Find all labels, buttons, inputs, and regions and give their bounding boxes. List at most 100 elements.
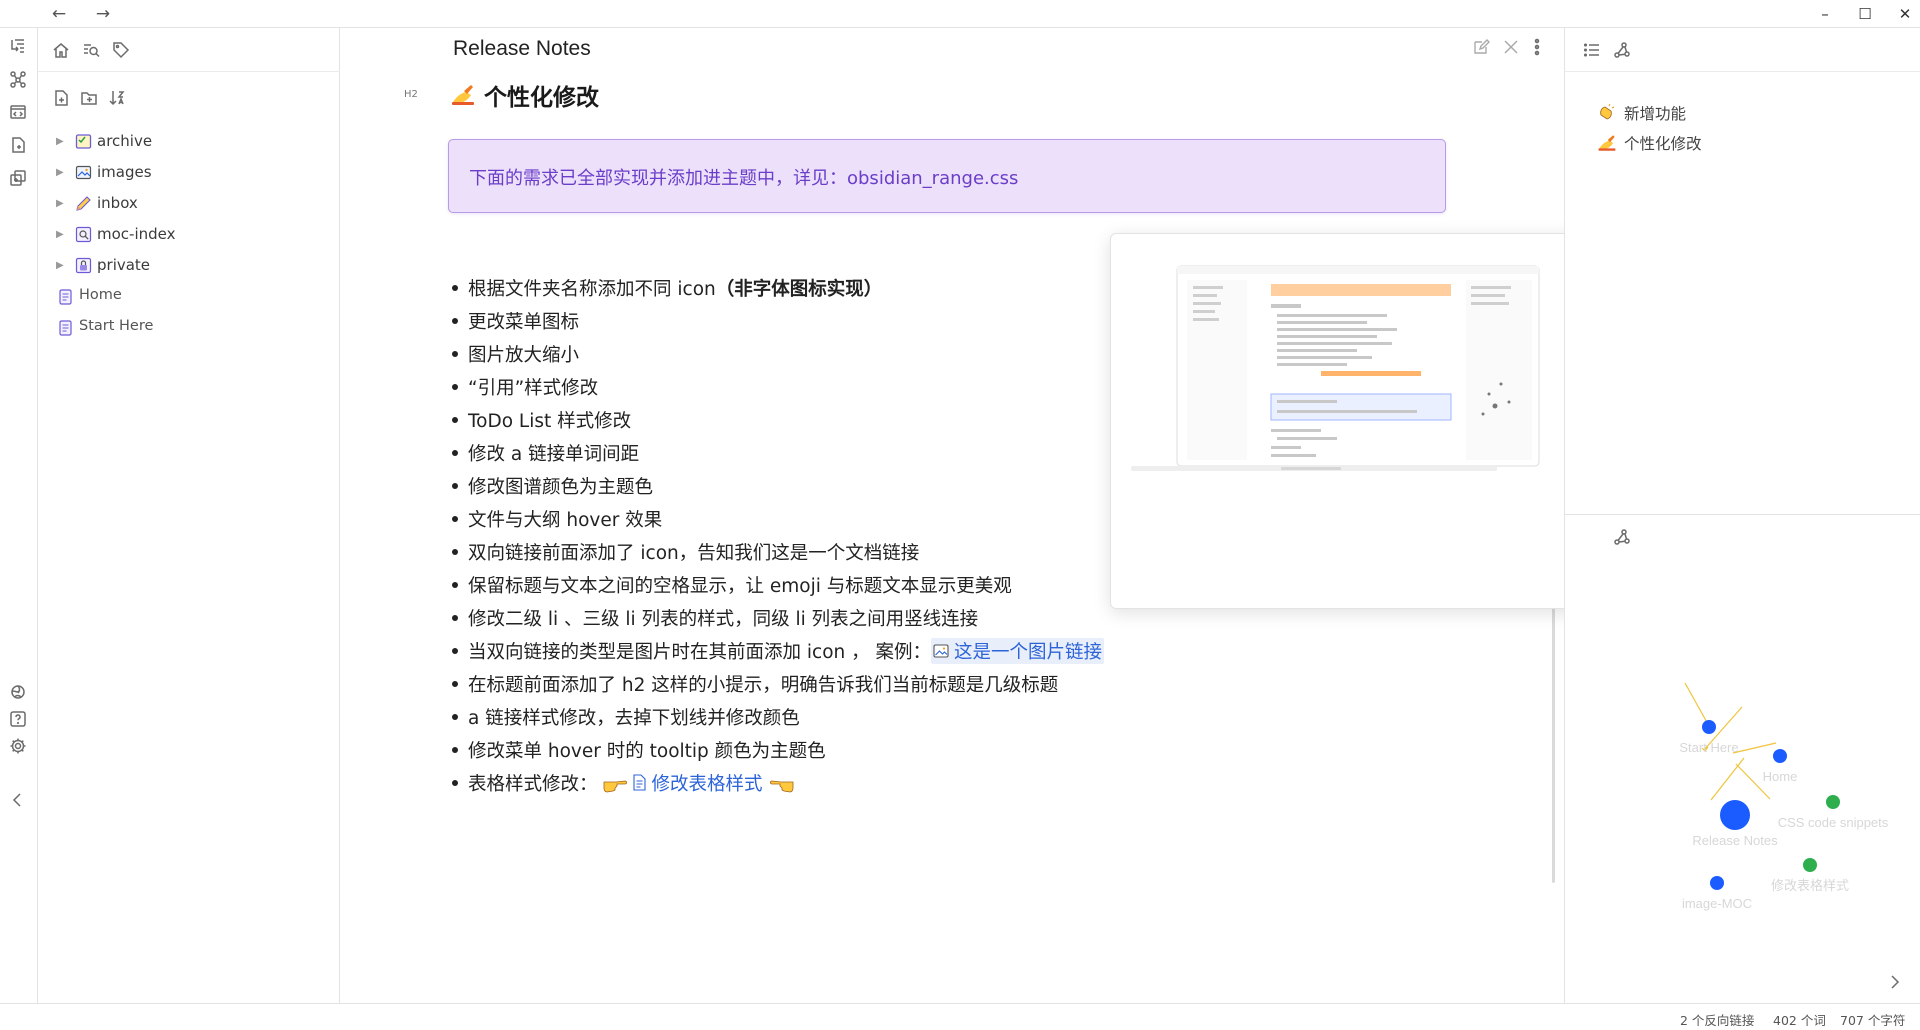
outline-item-new-features[interactable]: 新增功能: [1597, 98, 1702, 128]
character-count: 707 个字符: [1840, 1013, 1906, 1028]
folder-private[interactable]: ▶ private: [38, 250, 340, 281]
folder-inbox[interactable]: ▶ inbox: [38, 188, 340, 219]
minimize-button[interactable]: –: [1812, 4, 1838, 24]
expand-caret-icon[interactable]: ▶: [56, 260, 64, 271]
index-icon: [75, 226, 92, 243]
pointing-right-hand-icon: [603, 780, 627, 792]
sort-icon[interactable]: [106, 87, 128, 109]
file-explorer-pane: ▶ archive ▶ images ▶ inbox ▶ moc-index ▶: [38, 28, 340, 1003]
maximize-button[interactable]: ☐: [1852, 4, 1878, 24]
new-folder-icon[interactable]: [78, 87, 100, 109]
outline-item-customization[interactable]: 个性化修改: [1597, 128, 1702, 158]
backlinks-count[interactable]: 2 个反向链接: [1680, 1010, 1754, 1029]
graph-label: Release Notes: [1692, 833, 1778, 848]
left-ribbon: [0, 28, 38, 1003]
more-options-icon[interactable]: [1526, 36, 1548, 58]
heading-level-tag: H2: [404, 89, 418, 100]
section-heading: 个性化修改: [450, 78, 599, 112]
collapse-sidebar-chevron-icon[interactable]: [7, 789, 29, 811]
expand-caret-icon[interactable]: ▶: [56, 136, 64, 147]
switch-vault-icon[interactable]: [7, 681, 29, 703]
view-header-title[interactable]: Release Notes: [453, 37, 591, 61]
archive-box-icon: [75, 134, 92, 149]
obsidian-window: ← → – ☐ ✕ ▶ archive ▶ images ▶ inbox ▶ m…: [0, 0, 1920, 1030]
templates-icon[interactable]: [7, 167, 29, 189]
graph-node-home[interactable]: [1773, 749, 1787, 763]
image-hover-preview: [1110, 233, 1610, 609]
graph-node-css-snippets[interactable]: [1826, 795, 1840, 809]
editor-scrollbar[interactable]: [1552, 573, 1555, 883]
status-bar: 2 个反向链接 402 个词 707 个字符: [0, 1003, 1920, 1030]
callout-text: 下面的需求已全部实现并添加进主题中，详见：obsidian_range.css: [469, 168, 1019, 189]
callout-box: 下面的需求已全部实现并添加进主题中，详见：obsidian_range.css: [448, 139, 1446, 213]
doc-link[interactable]: 修改表格样式: [632, 770, 763, 796]
graph-label: CSS code snippets: [1778, 815, 1889, 830]
left-sidebar-tabs: [38, 28, 340, 72]
right-sidebar: 新增功能 个性化修改 Start Here Home Release Notes…: [1564, 28, 1920, 1003]
view-actions: [1454, 36, 1564, 60]
graph-node-image-moc[interactable]: [1710, 876, 1724, 890]
graph-edge: [1732, 742, 1777, 754]
pencil-icon: [76, 196, 91, 211]
section-heading-text: 个性化修改: [484, 85, 599, 111]
graph-node-start-here[interactable]: [1702, 720, 1716, 734]
note-icon: [59, 320, 72, 336]
back-arrow-icon[interactable]: ←: [48, 4, 70, 24]
close-icon[interactable]: [1500, 36, 1522, 58]
image-icon: [75, 165, 92, 180]
graph-label: Start Here: [1679, 740, 1738, 755]
writing-hand-icon: [452, 85, 474, 105]
new-note-icon[interactable]: [7, 134, 29, 156]
graph-node-release-notes[interactable]: [1720, 800, 1750, 830]
new-note-icon[interactable]: [50, 87, 72, 109]
search-icon[interactable]: [80, 39, 102, 61]
lock-icon: [75, 257, 92, 274]
image-icon: [933, 643, 949, 658]
settings-gear-icon[interactable]: [7, 735, 29, 757]
expand-caret-icon[interactable]: ▶: [56, 229, 64, 240]
folder-images[interactable]: ▶ images: [38, 157, 340, 188]
graph-view-icon[interactable]: [7, 68, 29, 90]
close-window-button[interactable]: ✕: [1892, 4, 1918, 24]
file-tree: ▶ archive ▶ images ▶ inbox ▶ moc-index ▶: [38, 126, 340, 343]
expand-caret-icon[interactable]: ▶: [56, 167, 64, 178]
forward-arrow-icon[interactable]: →: [92, 4, 114, 24]
folder-archive[interactable]: ▶ archive: [38, 126, 340, 157]
open-quick-switcher-icon[interactable]: [7, 35, 29, 57]
list-item: 修改菜单 hover 时的 tooltip 颜色为主题色: [452, 733, 1368, 766]
help-icon[interactable]: [7, 708, 29, 730]
image-link[interactable]: 这是一个图片链接: [931, 637, 1105, 664]
local-graph-icon[interactable]: [1611, 39, 1633, 61]
graph-label: image-MOC: [1682, 896, 1752, 911]
code-block-icon[interactable]: [7, 101, 29, 123]
screenshot-thumbnail-image: [1131, 265, 1540, 471]
graph-label: 修改表格样式: [1771, 878, 1849, 893]
graph-label: Home: [1763, 769, 1798, 784]
word-count: 402 个词: [1773, 1013, 1826, 1028]
list-item: a 链接样式修改，去掉下划线并修改颜色: [452, 700, 1368, 733]
list-item: 表格样式修改： 修改表格样式: [452, 766, 1368, 799]
file-start-here[interactable]: Start Here: [38, 312, 340, 343]
note-icon: [59, 289, 72, 305]
title-bar: ← → – ☐ ✕: [0, 0, 1920, 28]
right-sidebar-tabs: [1565, 28, 1920, 72]
folder-moc-index[interactable]: ▶ moc-index: [38, 219, 340, 250]
clap-icon: [1600, 103, 1615, 120]
graph-node-table-style[interactable]: [1803, 858, 1817, 872]
writing-hand-icon: [1598, 135, 1616, 151]
expand-caret-icon[interactable]: ▶: [56, 198, 64, 209]
local-graph-view[interactable]: Start Here Home Release Notes CSS code s…: [1565, 515, 1920, 1003]
file-home[interactable]: Home: [38, 281, 340, 312]
graph-edge: [1684, 682, 1710, 727]
document-icon: [632, 774, 646, 791]
graph-edge: [1710, 757, 1745, 801]
tag-icon[interactable]: [110, 39, 132, 61]
pointing-left-hand-icon: [769, 780, 793, 792]
outline-list-icon[interactable]: [1581, 39, 1603, 61]
expand-sidebar-chevron-icon[interactable]: [1883, 971, 1905, 993]
outline-panel: 新增功能 个性化修改: [1597, 98, 1702, 158]
list-item: 在标题前面添加了 h2 这样的小提示，明确告诉我们当前标题是几级标题: [452, 667, 1368, 700]
home-icon[interactable]: [50, 39, 72, 61]
edit-icon[interactable]: [1470, 36, 1492, 58]
list-item: 当双向链接的类型是图片时在其前面添加 icon ， 案例： 这是一个图片链接: [452, 634, 1368, 667]
